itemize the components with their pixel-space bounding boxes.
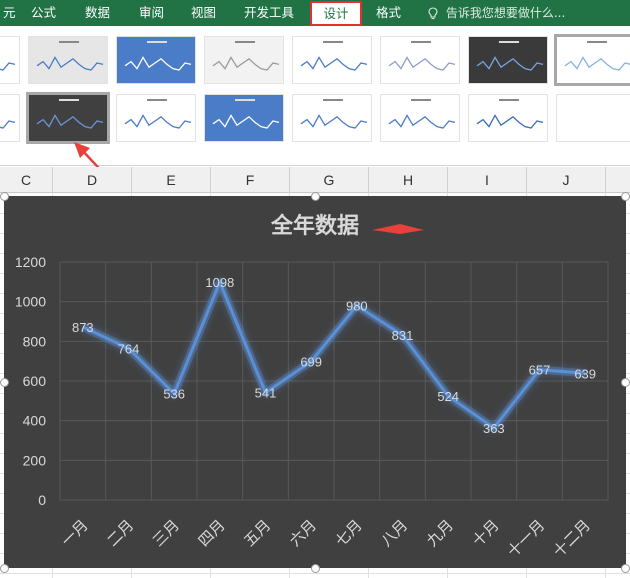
chart-style-5-thumbnail[interactable]	[292, 36, 372, 84]
data-label: 764	[118, 341, 140, 356]
resize-handle-bottom-center[interactable]	[311, 564, 320, 573]
column-header-f[interactable]: F	[211, 167, 290, 193]
data-label: 639	[574, 366, 596, 381]
chart-title[interactable]: 全年数据	[270, 213, 359, 239]
x-tick-label: 十二月	[549, 516, 594, 561]
resize-handle-top-center[interactable]	[311, 192, 320, 201]
chart-style-1-thumbnail[interactable]	[0, 36, 20, 84]
chart-style-2-preview-icon	[36, 41, 104, 71]
data-label: 831	[392, 328, 414, 343]
column-headers: CDEFGHIJ	[0, 167, 630, 193]
resize-handle-bottom-left[interactable]	[0, 564, 9, 573]
lightbulb-icon	[428, 6, 438, 19]
tell-me-text: 告诉我您想要做什么...	[445, 6, 566, 20]
x-tick-label: 六月	[286, 516, 320, 550]
grid-row-line	[0, 573, 630, 574]
x-tick-label: 七月	[332, 516, 366, 550]
chart-style-8-preview-icon	[564, 41, 630, 71]
chart-style-1-preview-icon	[0, 62, 16, 71]
resize-handle-bottom-right[interactable]	[621, 564, 630, 573]
chart-style-13-thumbnail[interactable]	[292, 94, 372, 142]
column-header-i[interactable]: I	[448, 167, 527, 193]
chart-style-10-thumbnail[interactable]	[26, 92, 110, 144]
chart-style-15-preview-icon	[476, 99, 544, 129]
chart-style-12-thumbnail[interactable]	[204, 94, 284, 142]
chart-style-2-thumbnail[interactable]	[28, 36, 108, 84]
ribbon-tab-0[interactable]: 元	[3, 0, 17, 26]
y-tick-label: 600	[23, 373, 47, 389]
chart-style-5-preview-icon	[300, 41, 368, 71]
chart-style-9-preview-icon	[0, 120, 16, 129]
ribbon-tab-4[interactable]: 视图	[191, 0, 219, 26]
chart-style-6-preview-icon	[388, 41, 456, 71]
chart-area[interactable]: 全年数据 0 200 400 600 800 1000 1200 873 764 536 1098 54…	[4, 196, 626, 568]
column-header-g[interactable]: G	[290, 167, 369, 193]
tell-me-search[interactable]: 告诉我您想要做什么...	[428, 0, 565, 26]
x-tick-label: 八月	[377, 516, 411, 550]
column-header-d[interactable]: D	[53, 167, 132, 193]
y-tick-label: 1000	[15, 294, 46, 310]
chart-style-13-preview-icon	[300, 99, 368, 129]
x-tick-label: 十月	[469, 516, 503, 550]
x-tick-label: 四月	[195, 516, 229, 550]
ribbon-tab-bar: 元公式 数据 审阅 视图 开发工具 设计 格式 告诉我您想要做什么...	[0, 0, 630, 26]
resize-handle-top-right[interactable]	[621, 192, 630, 201]
chart-style-6-thumbnail[interactable]	[380, 36, 460, 84]
y-tick-label: 200	[23, 452, 47, 468]
ribbon-tab-1[interactable]: 公式	[31, 0, 59, 26]
chart-style-11-preview-icon	[124, 99, 192, 129]
chart-style-3-thumbnail[interactable]	[116, 36, 196, 84]
column-header-c[interactable]: C	[0, 167, 53, 193]
x-tick-label: 九月	[423, 516, 457, 550]
data-label: 536	[163, 387, 185, 402]
ribbon-tab-6[interactable]: 设计	[310, 1, 362, 26]
x-tick-label: 二月	[103, 516, 137, 550]
ribbon-tab-7[interactable]: 格式	[376, 0, 404, 26]
x-tick-label: 一月	[58, 516, 92, 550]
data-label: 541	[255, 386, 277, 401]
resize-handle-middle-right[interactable]	[621, 378, 630, 387]
resize-handle-top-left[interactable]	[0, 192, 9, 201]
x-tick-label: 十一月	[504, 516, 549, 561]
column-header-e[interactable]: E	[132, 167, 211, 193]
chart-style-16-thumbnail[interactable]	[556, 94, 630, 142]
y-tick-label: 400	[23, 413, 47, 429]
chart-style-12-preview-icon	[212, 99, 280, 129]
ribbon-tab-5[interactable]: 开发工具	[244, 0, 296, 26]
resize-handle-middle-left[interactable]	[0, 378, 9, 387]
chart-style-14-preview-icon	[388, 99, 456, 129]
chart-style-3-preview-icon	[124, 41, 192, 71]
chart-style-9-thumbnail[interactable]	[0, 94, 20, 142]
column-header-j[interactable]: J	[527, 167, 606, 193]
ribbon-tab-2[interactable]: 数据	[85, 0, 113, 26]
chart-style-11-thumbnail[interactable]	[116, 94, 196, 142]
x-tick-label: 三月	[149, 516, 183, 550]
data-label: 1098	[205, 275, 234, 290]
data-label: 657	[529, 363, 551, 378]
chart-style-8-thumbnail[interactable]	[554, 34, 630, 86]
chart-style-15-thumbnail[interactable]	[468, 94, 548, 142]
data-label: 873	[72, 320, 94, 335]
red-arrow-annotation-title	[372, 224, 424, 234]
y-tick-label: 800	[23, 333, 47, 349]
chart-style-7-thumbnail[interactable]	[468, 36, 548, 84]
line-chart[interactable]: 全年数据 0 200 400 600 800 1000 1200 873 764 536 1098 54…	[4, 196, 626, 568]
x-tick-label: 五月	[240, 516, 274, 550]
excel-window: { "ribbon": { "tabs": [ {"label": "元", "…	[0, 0, 630, 578]
chart-style-4-preview-icon	[212, 41, 280, 71]
y-tick-label: 0	[38, 492, 46, 508]
data-label: 980	[346, 299, 368, 314]
ribbon-tab-3[interactable]: 审阅	[139, 0, 167, 26]
y-tick-label: 1200	[15, 254, 46, 270]
chart-style-14-thumbnail[interactable]	[380, 94, 460, 142]
data-label: 363	[483, 421, 505, 436]
chart-style-7-preview-icon	[476, 41, 544, 71]
chart-style-10-preview-icon	[36, 99, 104, 129]
chart-style-4-thumbnail[interactable]	[204, 36, 284, 84]
data-label: 524	[437, 389, 459, 404]
data-label: 699	[300, 354, 322, 369]
column-header-h[interactable]: H	[369, 167, 448, 193]
